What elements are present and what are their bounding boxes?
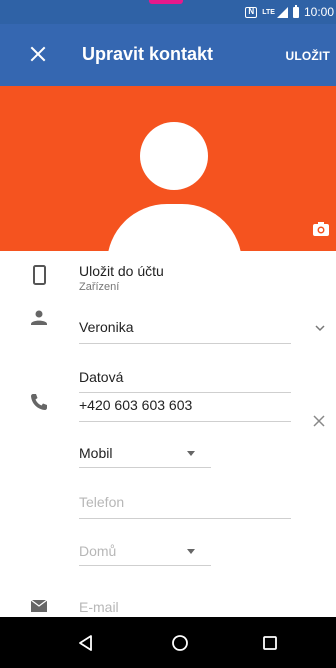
account-value: Zařízení <box>79 281 120 293</box>
phone-type-underline <box>79 467 211 468</box>
battery-icon <box>292 4 299 18</box>
email-icon <box>30 599 48 612</box>
account-label[interactable]: Uložit do účtu <box>79 263 164 279</box>
network-type-label: LTE <box>262 8 275 16</box>
avatar-head <box>140 122 208 190</box>
new-phone-type-select[interactable]: Domů <box>79 543 116 559</box>
dropdown-caret-icon[interactable] <box>187 451 195 456</box>
last-name-underline <box>79 392 291 393</box>
email-field[interactable]: E-mail <box>79 599 119 615</box>
signal-icon <box>276 6 288 18</box>
clock: 10:00 <box>303 5 334 19</box>
dropdown-caret-icon[interactable] <box>187 549 195 554</box>
nfc-icon: N <box>245 6 258 18</box>
navigation-bar <box>0 617 336 668</box>
close-icon[interactable] <box>28 44 48 64</box>
save-button[interactable]: ULOŽIT <box>285 49 330 63</box>
phone-type-select[interactable]: Mobil <box>79 445 112 461</box>
close-icon[interactable] <box>312 414 326 428</box>
status-icons: N LTE 10:00 <box>245 4 334 19</box>
avatar-body <box>107 204 242 251</box>
person-icon <box>31 310 47 325</box>
contact-form: Uložit do účtu Zařízení Veronika Datová … <box>0 251 336 617</box>
phone-number-underline <box>79 421 291 422</box>
status-bar: N LTE 10:00 <box>0 0 336 24</box>
back-triangle-icon[interactable] <box>76 633 96 653</box>
phone-icon <box>31 394 47 410</box>
home-circle-icon[interactable] <box>170 633 190 653</box>
first-name-underline <box>79 343 291 344</box>
camera-icon[interactable] <box>312 221 330 237</box>
phone-device-icon <box>33 265 46 285</box>
last-name-field[interactable]: Datová <box>79 369 123 385</box>
new-phone-field[interactable]: Telefon <box>79 494 124 510</box>
page-title: Upravit kontakt <box>82 44 214 64</box>
first-name-field[interactable]: Veronika <box>79 319 133 335</box>
new-phone-type-underline <box>79 565 211 566</box>
contact-photo-header[interactable] <box>0 86 336 251</box>
phone-number-field[interactable]: +420 603 603 603 <box>79 397 192 413</box>
app-bar: Upravit kontakt ULOŽIT <box>0 24 336 86</box>
chevron-down-icon[interactable] <box>314 323 326 333</box>
new-phone-underline <box>79 518 291 519</box>
notification-indicator <box>149 0 183 4</box>
recents-square-icon[interactable] <box>260 633 280 653</box>
